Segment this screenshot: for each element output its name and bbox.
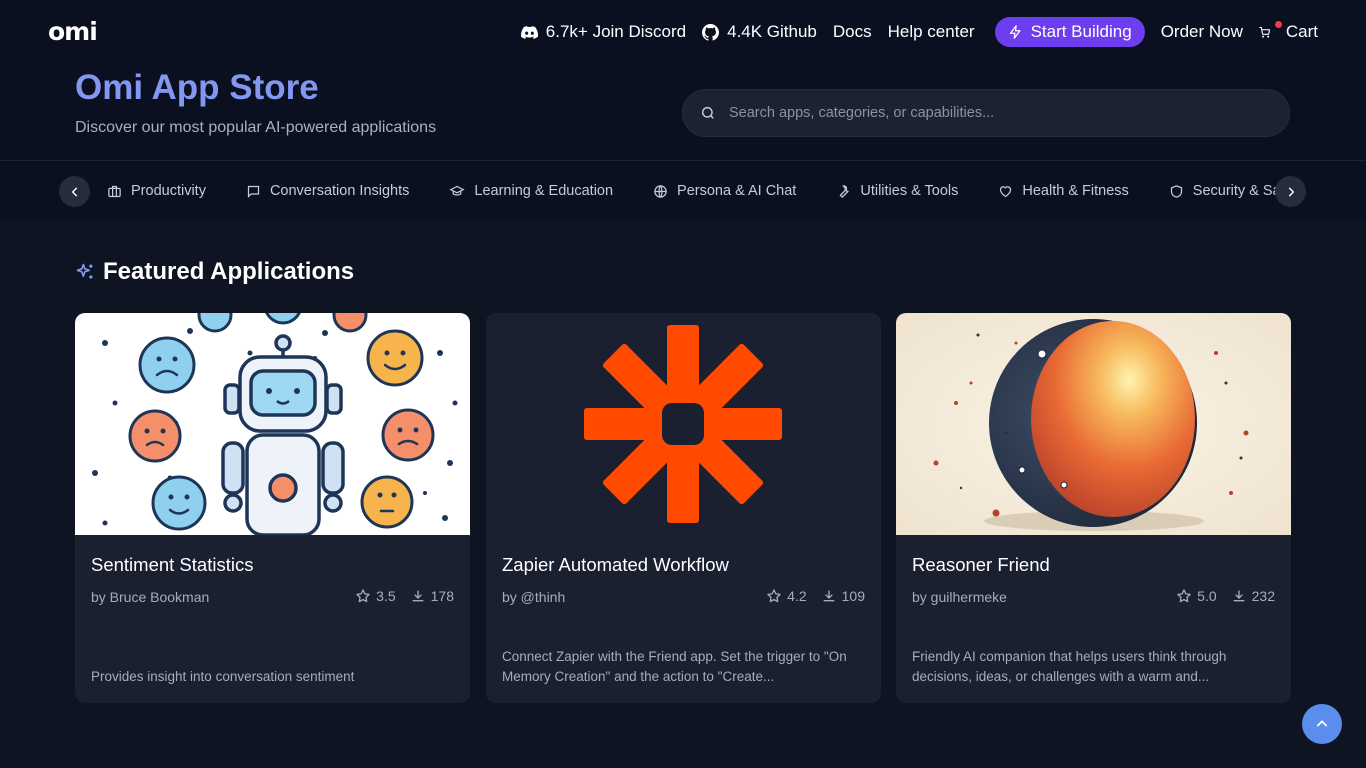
category-conversation-insights[interactable]: Conversation Insights [246,183,409,199]
docs-link[interactable]: Docs [833,22,872,42]
lightning-icon [1009,25,1021,39]
github-link[interactable]: 4.4K Github [702,22,817,42]
app-downloads-value: 109 [841,588,865,604]
top-navbar: omi 6.7k+ Join Discord 4.4K Github Docs … [0,0,1366,64]
app-rating-value: 3.5 [376,588,396,604]
heart-icon [1000,185,1012,197]
github-label: 4.4K Github [727,22,817,41]
search-bar[interactable] [682,89,1290,137]
order-now-link[interactable]: Order Now [1161,22,1243,42]
category-track: Productivity Conversation Insights Learn… [107,161,1279,221]
category-persona-ai-chat[interactable]: Persona & AI Chat [653,183,796,199]
category-productivity[interactable]: Productivity [107,183,206,199]
page-title: Omi App Store [75,68,319,107]
shield-icon [1170,184,1182,198]
wrench-icon [839,184,850,198]
app-image-robot [75,313,470,535]
cart-icon [1259,26,1270,38]
omi-logo[interactable]: omi [48,17,98,46]
app-downloads-value: 232 [1251,588,1275,604]
category-label: Learning & Education [474,183,614,199]
globe-icon [654,184,667,198]
app-stats: 5.0 232 [1162,588,1275,604]
category-label: Security & Safety [1192,183,1279,199]
app-card-sentiment-statistics[interactable]: Sentiment Statistics by Bruce Bookman 3.… [75,313,470,703]
app-stats: 4.2 109 [752,588,865,604]
help-center-link[interactable]: Help center [888,22,975,42]
cart-notification-dot [1274,20,1282,28]
category-label: Health & Fitness [1022,183,1129,199]
category-label: Utilities & Tools [860,183,959,199]
page-subtitle: Discover our most popular AI-powered app… [75,119,437,136]
app-image-orange-sphere [896,313,1291,535]
app-card-reasoner-friend[interactable]: Reasoner Friend by guilhermeke 5.0 232 F… [896,313,1291,703]
app-downloads: 109 [821,588,865,604]
chevron-left-icon [71,186,77,197]
featured-title-label: Featured Applications [103,258,355,285]
scroll-to-top-button[interactable] [1302,704,1342,744]
discord-link[interactable]: 6.7k+ Join Discord [520,22,687,42]
download-icon [823,590,834,602]
cart-icon-wrap [1259,20,1282,38]
graduation-cap-icon [449,185,466,196]
search-input[interactable] [727,104,1251,122]
app-downloads: 232 [1231,588,1275,604]
category-bar: Productivity Conversation Insights Learn… [0,161,1366,221]
app-card-zapier-automated-workflow[interactable]: Zapier Automated Workflow by @thinh 4.2 … [486,313,881,703]
app-description: Connect Zapier with the Friend app. Set … [502,649,847,684]
sparkles-icon [76,263,93,279]
category-health-fitness[interactable]: Health & Fitness [998,183,1129,199]
app-name: Reasoner Friend [912,554,1050,575]
download-icon [1233,590,1244,602]
start-building-label: Start Building [1030,22,1132,41]
briefcase-icon [108,185,121,197]
app-name: Sentiment Statistics [91,554,254,575]
app-stats: 3.5 178 [341,588,454,604]
category-label: Conversation Insights [269,183,410,199]
app-description: Friendly AI companion that helps users t… [912,649,1227,684]
app-downloads: 178 [410,588,454,604]
category-learning-education[interactable]: Learning & Education [449,183,613,199]
category-utilities-tools[interactable]: Utilities & Tools [836,183,958,199]
app-downloads-value: 178 [430,588,454,604]
github-icon [702,23,720,41]
app-description: Provides insight into conversation senti… [91,669,355,684]
app-rating: 4.2 [766,588,807,604]
app-rating: 3.5 [355,588,396,604]
cart-label: Cart [1285,22,1318,41]
category-security-safety[interactable]: Security & Safety [1169,183,1279,199]
app-rating: 5.0 [1176,588,1217,604]
featured-section-title: Featured Applications [75,258,354,286]
chevron-right-icon [1288,186,1294,197]
hero-section: Omi App Store Discover our most popular … [0,64,1366,161]
app-rating-value: 5.0 [1197,588,1217,604]
search-icon [701,106,714,119]
app-author: by guilhermeke [912,589,1007,605]
nav-links: 6.7k+ Join Discord 4.4K Github Docs Help… [505,17,1318,47]
star-icon [356,589,370,603]
category-scroll-right-button[interactable] [1275,176,1306,207]
download-icon [412,590,423,602]
message-square-icon [247,185,260,198]
app-image-zapier-logo [486,313,881,535]
chevron-up-icon [1316,720,1328,727]
category-scroll-left-button[interactable] [59,176,90,207]
category-label: Persona & AI Chat [677,183,797,199]
app-author: by Bruce Bookman [91,589,210,605]
discord-icon [520,25,538,39]
cart-link[interactable]: Cart [1259,20,1318,42]
app-author: by @thinh [502,589,566,605]
start-building-button[interactable]: Start Building [994,17,1145,47]
app-name: Zapier Automated Workflow [502,554,729,575]
app-rating-value: 4.2 [787,588,807,604]
discord-label: 6.7k+ Join Discord [545,22,687,41]
star-icon [1177,589,1191,603]
star-icon [767,589,781,603]
category-label: Productivity [131,183,206,199]
